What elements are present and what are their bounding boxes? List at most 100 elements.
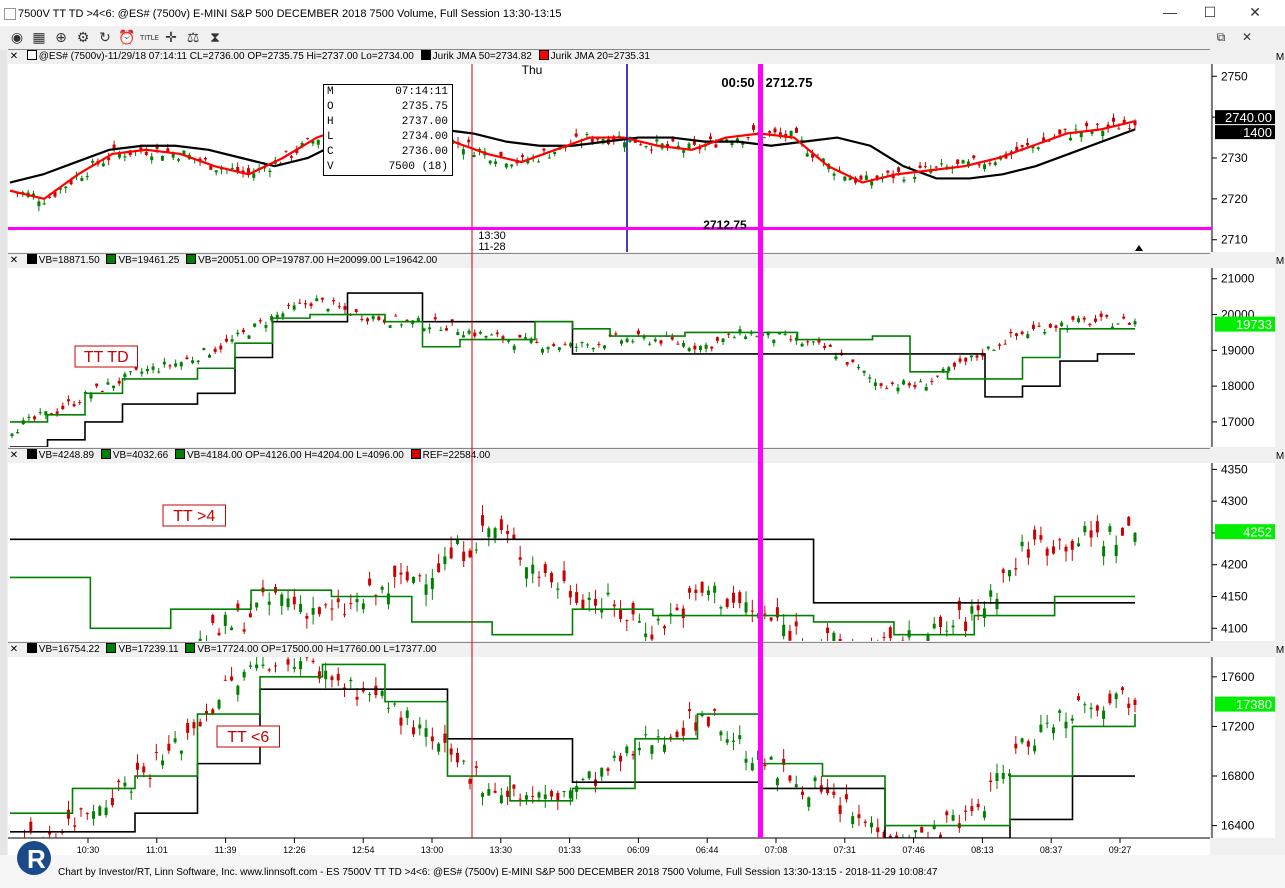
bars-icon[interactable]: ▦: [30, 29, 48, 47]
candle-body: [286, 598, 290, 608]
candle-body: [144, 151, 148, 155]
candle-body: [275, 314, 279, 318]
chart-canvas[interactable]: 2750 2740 2730 2720 2710 21000 20000 19000 18000…: [0, 0, 1285, 855]
close-panel-icon[interactable]: ✕: [8, 254, 20, 268]
candle-body: [543, 794, 547, 799]
candle-body: [203, 158, 207, 160]
candle-body: [1122, 316, 1126, 319]
candle-body: [499, 151, 503, 157]
candle-body: [10, 433, 14, 437]
candle-body: [628, 136, 632, 142]
candle-body: [895, 835, 899, 838]
candle-body: [520, 155, 524, 157]
candle-body: [129, 371, 133, 373]
gt4-vb3: VB=4184.00 OP=4126.00 H=4204.00 L=4096.0…: [187, 450, 404, 461]
candle-body: [236, 603, 240, 611]
candle-body: [326, 308, 330, 312]
candle-body: [306, 138, 310, 140]
price-header-text: @ES# (7500v)-11/29/18 07:14:11 CL=2736.0…: [38, 51, 414, 62]
alarm-icon[interactable]: ⏰: [118, 29, 136, 47]
left-tool-strip[interactable]: [0, 50, 7, 855]
candle-body: [139, 147, 143, 152]
hourglass-icon[interactable]: ⧗: [206, 29, 224, 47]
candle-body: [879, 383, 883, 386]
candle-body: [343, 306, 347, 310]
candle-body: [123, 782, 127, 787]
close-panel-icon[interactable]: ✕: [8, 50, 20, 64]
panel-menu-icon[interactable]: M: [1275, 52, 1285, 63]
candle-body: [507, 340, 511, 342]
panel-menu-icon[interactable]: M: [1275, 451, 1285, 462]
candle-body: [1077, 696, 1081, 700]
close-panel-icon[interactable]: ✕: [8, 643, 20, 657]
candle-body: [499, 519, 503, 531]
zoom-icon[interactable]: ⊕: [52, 29, 70, 47]
candle-body: [782, 758, 786, 765]
candle-body: [913, 385, 917, 388]
candle-body: [477, 148, 481, 151]
refresh-icon[interactable]: ↻: [96, 29, 114, 47]
candle-body: [531, 564, 535, 574]
crosshair-icon[interactable]: ✛: [162, 29, 180, 47]
candle-body: [886, 170, 890, 173]
candle-body: [715, 337, 719, 341]
y-tick-label: 18000: [1221, 379, 1255, 393]
candle-body: [706, 590, 710, 596]
candle-body: [574, 346, 578, 348]
candle-body: [983, 164, 987, 170]
databox-key: C: [327, 146, 334, 158]
candle-body: [73, 708, 76, 718]
candle-body: [655, 139, 659, 142]
candle-body: [96, 160, 100, 165]
candle-body: [597, 343, 601, 345]
candle-body: [247, 335, 251, 339]
linn-logo-icon: R: [14, 838, 54, 880]
candle-body: [456, 142, 460, 144]
price-panel-header: ✕ @ES# (7500v)-11/29/18 07:14:11 CL=2736…: [8, 49, 1210, 65]
candle-body: [284, 150, 288, 152]
candle-body: [939, 616, 943, 627]
close-panel-icon[interactable]: ✕: [8, 449, 20, 463]
chart-type-icon[interactable]: ◉: [8, 29, 26, 47]
candle-body: [828, 344, 832, 347]
candle-body: [518, 557, 522, 560]
maximize-icon[interactable]: ☐: [1200, 4, 1220, 21]
minimize-icon[interactable]: —: [1160, 4, 1180, 20]
candle-body: [660, 143, 664, 149]
candle-body: [873, 382, 877, 387]
candle-body: [940, 163, 944, 165]
candle-body: [773, 128, 777, 133]
candle-body: [79, 808, 83, 810]
candle-body: [37, 201, 41, 207]
candle-body: [687, 143, 691, 149]
candle-body: [155, 144, 159, 149]
window-icon: [4, 8, 16, 20]
candle-body: [1079, 132, 1083, 138]
draw-icon[interactable]: ⚖: [184, 29, 202, 47]
panel-plot-area: [8, 64, 1210, 252]
candle-body: [1108, 526, 1112, 532]
candle-body: [1004, 153, 1008, 159]
close-icon[interactable]: ✕: [1245, 4, 1265, 21]
candle-body: [515, 159, 519, 164]
close-chart-icon[interactable]: ✕: [1238, 30, 1256, 44]
title-icon[interactable]: TITLE: [140, 29, 159, 47]
candle-body: [48, 196, 52, 198]
panel-menu-icon[interactable]: M: [1275, 256, 1285, 267]
candle-body: [449, 547, 453, 559]
restore-icon[interactable]: ⧉: [1212, 30, 1230, 45]
candle-body: [843, 176, 847, 181]
candle-body: [405, 571, 409, 581]
panel-menu-icon[interactable]: M: [1275, 645, 1285, 656]
candle-body: [23, 753, 26, 754]
candle-body: [757, 612, 761, 619]
candle-body: [504, 163, 508, 168]
settings-icon[interactable]: ⚙: [74, 29, 92, 47]
candle-body: [671, 137, 675, 142]
candle-body: [424, 584, 428, 595]
candle-body: [964, 621, 968, 632]
legend-swatch: [175, 449, 185, 459]
candle-body: [951, 625, 955, 628]
candle-body: [360, 318, 364, 320]
lt6-vb1: VB=16754.22: [38, 644, 100, 655]
